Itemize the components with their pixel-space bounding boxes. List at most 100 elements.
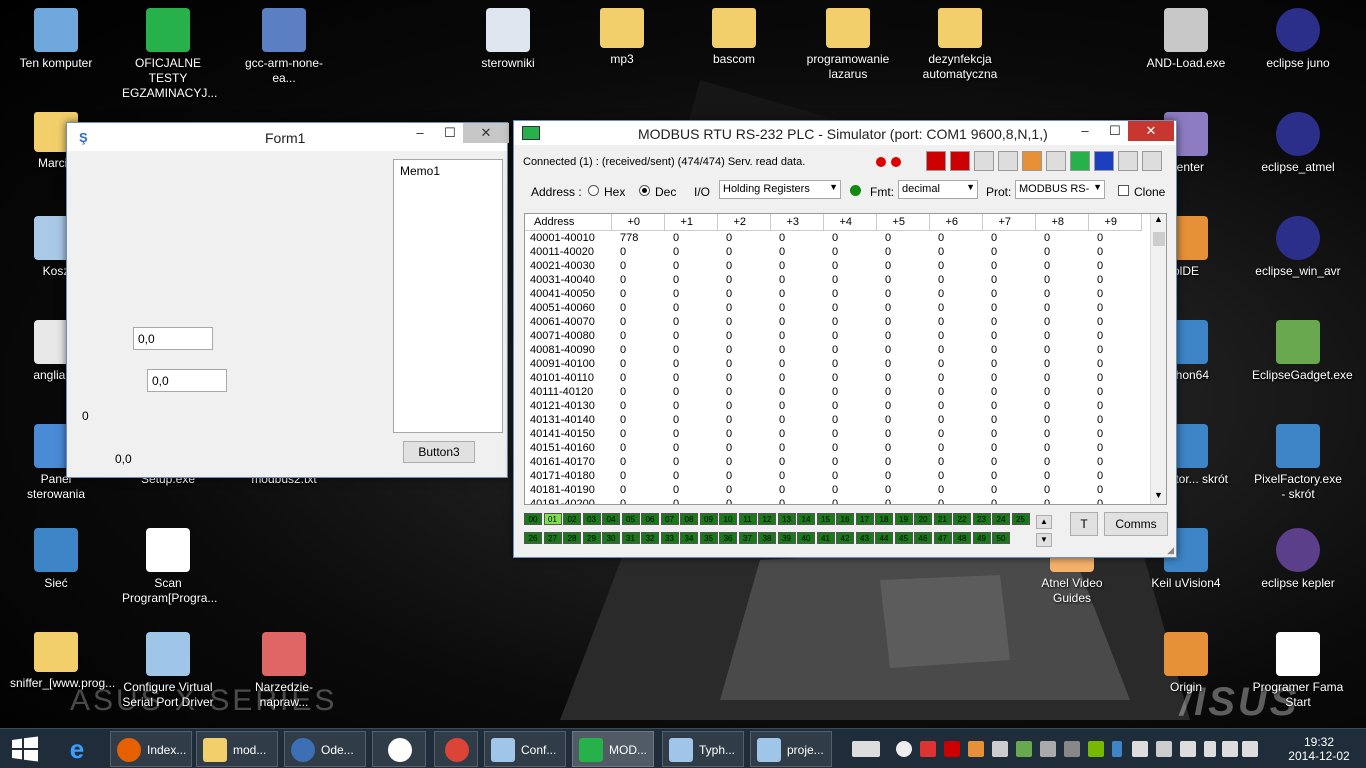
table-row[interactable]: 40101-40110 0 0 0 0 0 0 0 0 0 0 — [525, 371, 1141, 385]
fmt-select[interactable]: decimal ▼ — [898, 180, 978, 199]
grid-cell[interactable]: 40081-40090 — [525, 343, 611, 357]
grid-cell[interactable]: 0 — [1035, 441, 1088, 455]
grid-cell[interactable]: 0 — [770, 371, 823, 385]
grid-cell[interactable]: 40041-40050 — [525, 287, 611, 301]
coil-lamp[interactable]: 31 — [621, 532, 640, 544]
grid-cell[interactable]: 0 — [664, 329, 717, 343]
grid-cell[interactable]: 0 — [1088, 315, 1141, 329]
grid-cell[interactable]: 40031-40040 — [525, 273, 611, 287]
grid-cell[interactable]: 0 — [982, 441, 1035, 455]
coil-lamp[interactable]: 10 — [719, 513, 737, 525]
grid-cell[interactable]: 0 — [1035, 483, 1088, 497]
grid-cell[interactable]: 0 — [611, 455, 664, 469]
prot-select[interactable]: MODBUS RS- ▼ — [1015, 180, 1105, 199]
desktop-icon[interactable]: eclipse_win_avr — [1250, 216, 1346, 279]
table-row[interactable]: 40041-40050 0 0 0 0 0 0 0 0 0 0 — [525, 287, 1141, 301]
ie-pinned-icon[interactable]: e — [62, 735, 92, 763]
coil-lamp[interactable]: 04 — [602, 513, 620, 525]
clone-checkbox[interactable] — [1118, 185, 1129, 196]
wifi-signal-icon[interactable] — [1242, 741, 1258, 757]
grid-cell[interactable]: 40051-40060 — [525, 301, 611, 315]
grid-cell[interactable]: 0 — [876, 315, 929, 329]
taskbar-button[interactable] — [434, 731, 478, 767]
grid-cell[interactable]: 40011-40020 — [525, 245, 611, 259]
desktop-icon[interactable]: gcc-arm-none-ea... — [236, 8, 332, 86]
bluetooth-icon[interactable] — [1112, 741, 1122, 757]
grid-cell[interactable]: 0 — [1035, 231, 1088, 246]
coil-lamp[interactable]: 38 — [758, 532, 776, 544]
grid-cell[interactable]: 0 — [929, 343, 982, 357]
grid-cell[interactable]: 40121-40130 — [525, 399, 611, 413]
desktop-icon[interactable]: programowanie lazarus — [800, 8, 896, 82]
device-icon[interactable] — [1204, 741, 1216, 757]
grid-cell[interactable]: 0 — [823, 343, 876, 357]
grid-cell[interactable]: 0 — [823, 329, 876, 343]
coil-lamp[interactable]: 15 — [816, 513, 835, 525]
grid-cell[interactable]: 0 — [770, 245, 823, 259]
grid-cell[interactable]: 0 — [770, 287, 823, 301]
table-row[interactable]: 40111-40120 0 0 0 0 0 0 0 0 0 0 — [525, 385, 1141, 399]
grid-cell[interactable]: 0 — [717, 385, 770, 399]
grid-cell[interactable]: 0 — [1088, 427, 1141, 441]
grid-column-header[interactable]: +5 — [876, 214, 930, 231]
form1-window[interactable]: Ş Form1 – ☐ ✕ 0 0,0 Memo1 Button3 — [66, 122, 509, 478]
grid-cell[interactable]: 0 — [1035, 427, 1088, 441]
grid-cell[interactable]: 0 — [929, 469, 982, 483]
grid-cell[interactable]: 0 — [770, 329, 823, 343]
grid-cell[interactable]: 0 — [823, 315, 876, 329]
grid-cell[interactable]: 0 — [1088, 231, 1141, 246]
coil-lamp[interactable]: 25 — [1011, 513, 1030, 525]
grid-cell[interactable]: 0 — [770, 385, 823, 399]
table-row[interactable]: 40071-40080 0 0 0 0 0 0 0 0 0 0 — [525, 329, 1141, 343]
coil-lamp[interactable]: 23 — [972, 513, 991, 525]
grid-cell[interactable]: 0 — [982, 427, 1035, 441]
grid-cell[interactable]: 0 — [770, 259, 823, 273]
grid-cell[interactable]: 0 — [664, 469, 717, 483]
grid-cell[interactable]: 0 — [664, 441, 717, 455]
desktop-icon[interactable]: Programer Fama Start — [1250, 632, 1346, 710]
grid-cell[interactable]: 0 — [717, 497, 770, 504]
maximize-icon[interactable]: ☐ — [1100, 121, 1130, 141]
coil-lamp[interactable]: 45 — [894, 532, 913, 544]
grid-cell[interactable]: 0 — [717, 399, 770, 413]
scroll-down-icon[interactable]: ▼ — [1154, 490, 1163, 500]
speaker-icon[interactable] — [992, 741, 1008, 757]
coil-lamp[interactable]: 34 — [680, 532, 698, 544]
registers-grid[interactable]: Address +0 +1 +2 +3 +4 +5 +6 +7 +8 +9 40001-40010 7… — [524, 213, 1167, 505]
desktop-icon[interactable]: Scan Program[Progra... — [120, 528, 217, 606]
grid-cell[interactable]: 0 — [982, 231, 1035, 246]
grid-cell[interactable]: 40061-40070 — [525, 315, 611, 329]
grid-cell[interactable]: 0 — [611, 399, 664, 413]
grid-cell[interactable]: 0 — [664, 343, 717, 357]
grid-cell[interactable]: 0 — [876, 287, 929, 301]
grid-cell[interactable]: 0 — [823, 371, 876, 385]
coil-lamp[interactable]: 39 — [777, 532, 796, 544]
grid-cell[interactable]: 0 — [823, 427, 876, 441]
grid-cell[interactable]: 0 — [876, 357, 929, 371]
grid-cell[interactable]: 0 — [1035, 301, 1088, 315]
coil-lamp[interactable]: 05 — [621, 513, 640, 525]
coil-lamp[interactable]: 28 — [563, 532, 581, 544]
grid-cell[interactable]: 0 — [876, 455, 929, 469]
grid-column-header[interactable]: +3 — [770, 214, 824, 231]
grid-cell[interactable]: 0 — [611, 357, 664, 371]
coil-lamp[interactable]: 09 — [699, 513, 718, 525]
grid-cell[interactable]: 40101-40110 — [525, 371, 611, 385]
taskbar-button[interactable]: Conf... — [484, 731, 566, 767]
grid-cell[interactable]: 0 — [876, 259, 929, 273]
table-row[interactable]: 40021-40030 0 0 0 0 0 0 0 0 0 0 — [525, 259, 1141, 273]
coil-lamp[interactable]: 37 — [738, 532, 757, 544]
desktop-icon[interactable]: Narzedzie-napraw... — [236, 632, 332, 710]
desktop-icon[interactable]: EclipseGadget.exe — [1250, 320, 1353, 383]
grid-cell[interactable]: 0 — [1088, 273, 1141, 287]
coil-lamp[interactable]: 11 — [738, 513, 757, 525]
coil-lamp[interactable]: 33 — [660, 532, 679, 544]
io-select[interactable]: Holding Registers ▼ — [719, 180, 841, 199]
nvidia-icon[interactable] — [1088, 741, 1104, 757]
grid-cell[interactable]: 0 — [664, 259, 717, 273]
grid-cell[interactable]: 0 — [823, 231, 876, 246]
grid-cell[interactable]: 40181-40190 — [525, 483, 611, 497]
grid-cell[interactable]: 0 — [982, 413, 1035, 427]
pdf-tray-icon[interactable] — [944, 741, 960, 757]
grid-cell[interactable]: 40151-40160 — [525, 441, 611, 455]
